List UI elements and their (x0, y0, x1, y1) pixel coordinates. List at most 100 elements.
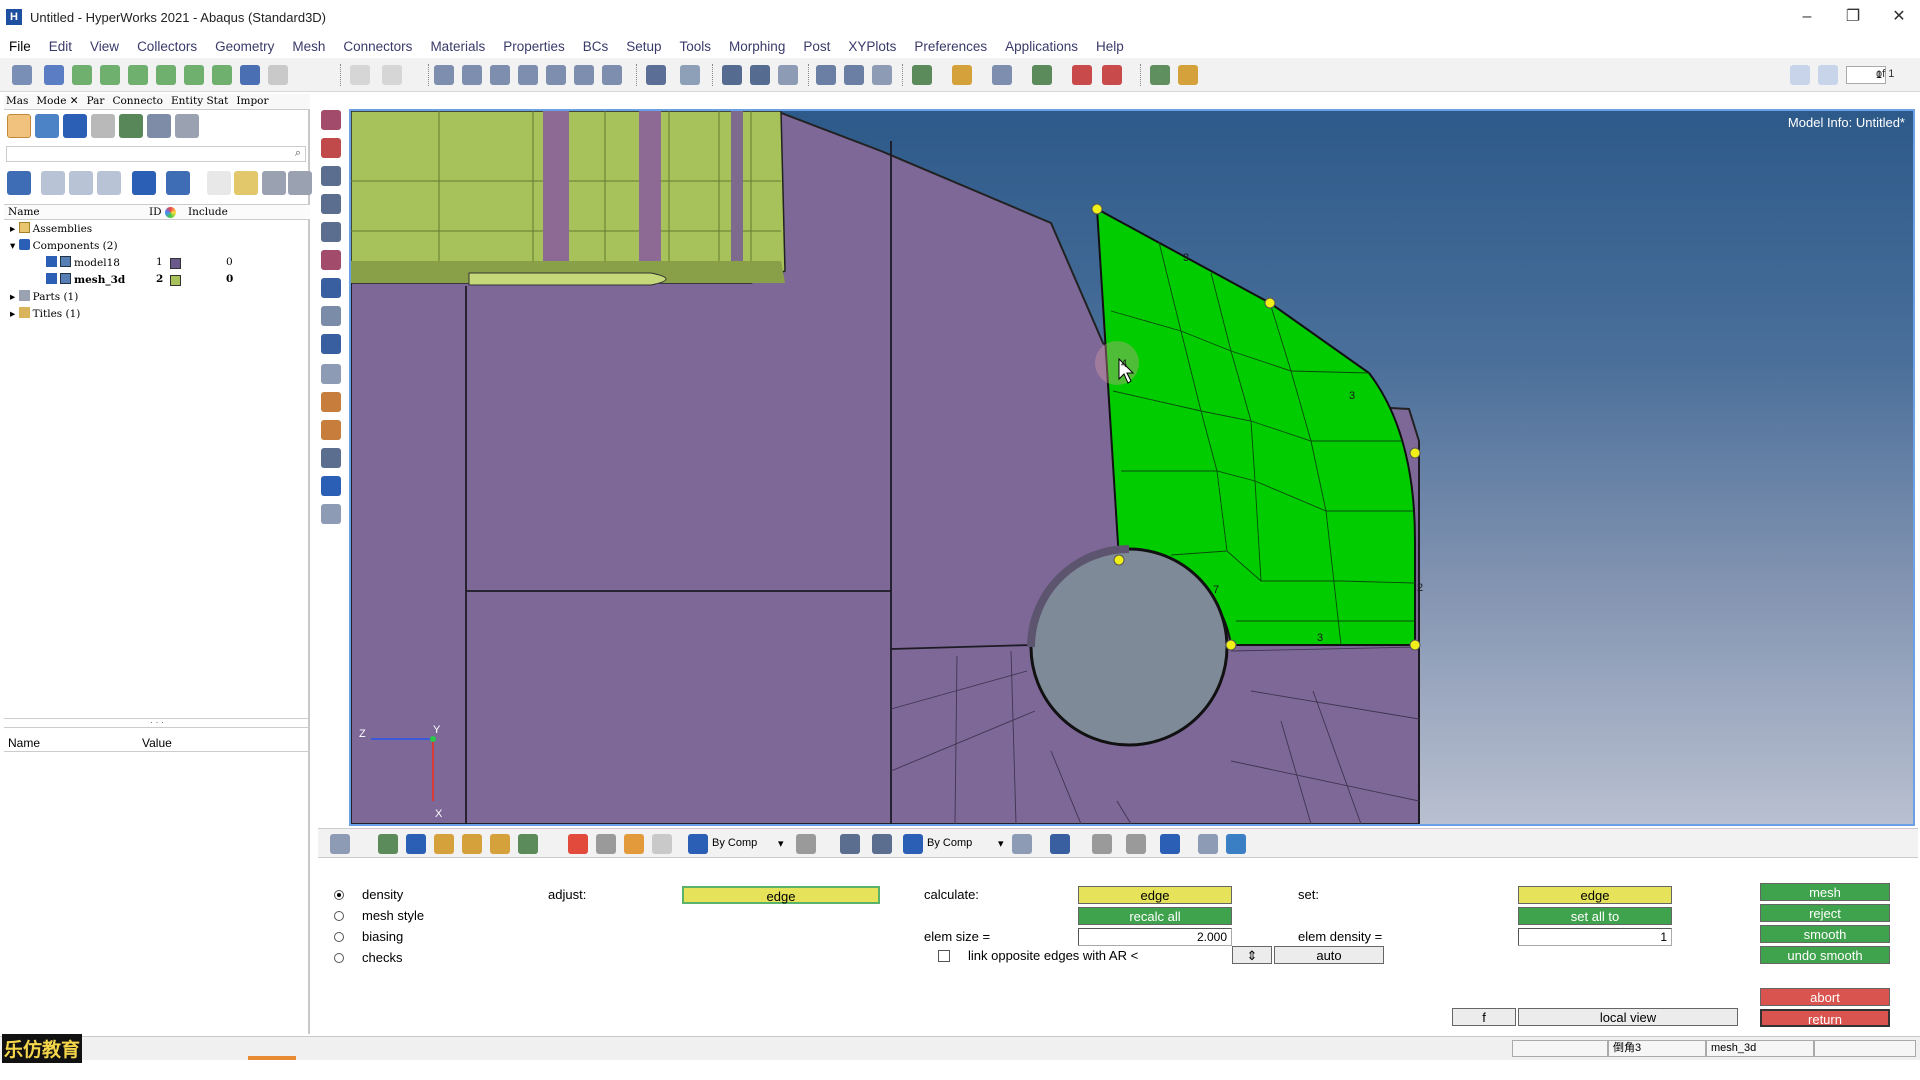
menu-edit[interactable]: Edit (40, 39, 81, 54)
menu-setup[interactable]: Setup (617, 39, 670, 54)
folder-script-icon[interactable] (1178, 65, 1198, 85)
menu-applications[interactable]: Applications (996, 39, 1087, 54)
link-ar-value[interactable]: auto (1274, 946, 1384, 964)
settings-icon[interactable] (330, 834, 350, 854)
view-left-icon[interactable] (546, 65, 566, 85)
calculate-edge-selector[interactable]: edge (1078, 886, 1232, 904)
radio-biasing[interactable] (334, 932, 344, 942)
component-display-icon[interactable] (406, 834, 426, 854)
folder-icon[interactable] (7, 114, 31, 138)
menu-view[interactable]: View (81, 39, 128, 54)
menu-preferences[interactable]: Preferences (905, 39, 996, 54)
browser-search-input[interactable]: ⌕ (6, 146, 306, 162)
menu-tools[interactable]: Tools (671, 39, 721, 54)
previous-arrow-icon[interactable] (722, 65, 742, 85)
color-mode-icon[interactable] (688, 834, 708, 854)
include-icon[interactable] (91, 114, 115, 138)
plane-icon[interactable] (1126, 834, 1146, 854)
check-icon[interactable] (321, 278, 341, 298)
menu-help[interactable]: Help (1087, 39, 1133, 54)
axis-z-icon[interactable] (128, 65, 148, 85)
radio-density-label[interactable]: density (362, 887, 403, 902)
solid-map-icon[interactable] (321, 194, 341, 214)
elem-density-input[interactable]: 1 (1518, 928, 1672, 946)
visibility-icon[interactable] (262, 171, 286, 195)
radio-mesh-style[interactable] (334, 911, 344, 921)
column-name[interactable]: Name (8, 206, 40, 218)
number-icon[interactable] (321, 334, 341, 354)
viewport-layout-icon[interactable] (646, 65, 666, 85)
hide-icon[interactable] (69, 171, 93, 195)
display-all-icon[interactable] (912, 65, 932, 85)
display-systems-icon[interactable] (1072, 65, 1092, 85)
delete-icon[interactable] (568, 834, 588, 854)
user-icon[interactable] (1150, 65, 1170, 85)
chevron-down-icon[interactable]: ▾ (778, 837, 784, 850)
menu-file[interactable]: File (0, 39, 40, 54)
radio-checks[interactable] (334, 953, 344, 963)
display-elements-icon[interactable] (992, 65, 1012, 85)
menu-connectors[interactable]: Connectors (334, 39, 421, 54)
element-by-comp-select[interactable]: By Comp (927, 837, 972, 849)
entity-selector-icon[interactable] (132, 171, 156, 195)
undo-icon[interactable] (350, 65, 370, 85)
plus-icon[interactable] (844, 65, 864, 85)
monitor-icon[interactable] (1226, 834, 1246, 854)
mesh-tool-icon[interactable] (321, 110, 341, 130)
layer-icon[interactable] (1160, 834, 1180, 854)
transform-icon[interactable] (321, 448, 341, 468)
menu-properties[interactable]: Properties (494, 39, 574, 54)
panel-view-icon[interactable] (321, 476, 341, 496)
mask-off-icon[interactable] (268, 65, 288, 85)
link-icon[interactable] (680, 65, 700, 85)
back-arrow-icon[interactable] (44, 65, 64, 85)
elem-size-input[interactable]: 2.000 (1078, 928, 1232, 946)
search-icon[interactable]: ⌕ (295, 147, 301, 160)
panel-splitter[interactable]: · · · (4, 718, 310, 728)
view-top-icon[interactable] (490, 65, 510, 85)
reject-button[interactable]: reject (1760, 904, 1890, 922)
tab-entity-state[interactable]: Entity Stat (169, 94, 234, 109)
menu-xyplots[interactable]: XYPlots (839, 39, 905, 54)
page-forward-icon[interactable] (1818, 65, 1838, 85)
tree-row-model18[interactable]: model18 1 0 (46, 256, 306, 272)
set-edge-selector[interactable]: edge (1518, 886, 1672, 904)
minimize-button[interactable]: – (1792, 6, 1822, 28)
pointer-icon[interactable] (207, 171, 231, 195)
minus-icon[interactable] (816, 65, 836, 85)
tree-row-parts[interactable]: ▸ Parts (1) (10, 290, 78, 306)
adjust-edge-selector[interactable]: edge (682, 886, 880, 904)
label-abc-red-icon[interactable] (321, 420, 341, 440)
expand-icon[interactable]: ▸ (10, 291, 15, 303)
tab-mask[interactable]: Mas (4, 94, 34, 109)
elem-cleanup-icon[interactable] (321, 250, 341, 270)
collapse-icon[interactable]: ▾ (10, 240, 15, 252)
find-display-icon[interactable] (518, 834, 538, 854)
page-back-icon[interactable] (1790, 65, 1810, 85)
radio-density[interactable] (334, 890, 344, 900)
radio-biasing-label[interactable]: biasing (362, 929, 403, 944)
local-view-button[interactable]: local view (1518, 1008, 1738, 1026)
tetramesh-icon[interactable] (321, 222, 341, 242)
graphics-viewport[interactable]: 3 3 4 7 2 3 Z Y X Model Info: Untitled* (349, 109, 1915, 826)
tree-row-titles[interactable]: ▸ Titles (1) (10, 307, 80, 323)
tab-import[interactable]: Impor (234, 94, 274, 109)
reveal-entity-icon[interactable] (652, 834, 672, 854)
solid-icon[interactable] (1050, 834, 1070, 854)
mask-icon[interactable] (240, 65, 260, 85)
isolate-icon[interactable] (97, 171, 121, 195)
component-color-swatch[interactable] (170, 275, 181, 286)
spin-icon[interactable] (872, 65, 892, 85)
radio-checks-label[interactable]: checks (362, 950, 402, 965)
loads-display-icon[interactable] (434, 834, 454, 854)
link-edges-checkbox[interactable] (938, 950, 950, 962)
reveal-icon[interactable] (234, 171, 258, 195)
component-color-swatch[interactable] (170, 258, 181, 269)
export-icon[interactable] (175, 114, 199, 138)
axis-iso-icon[interactable] (156, 65, 176, 85)
chevron-down-icon[interactable]: ▾ (998, 837, 1004, 850)
f-button[interactable]: f (1452, 1008, 1516, 1026)
set-all-to-button[interactable]: set all to (1518, 907, 1672, 925)
abort-button[interactable]: abort (1760, 988, 1890, 1006)
filter-icon[interactable] (166, 171, 190, 195)
